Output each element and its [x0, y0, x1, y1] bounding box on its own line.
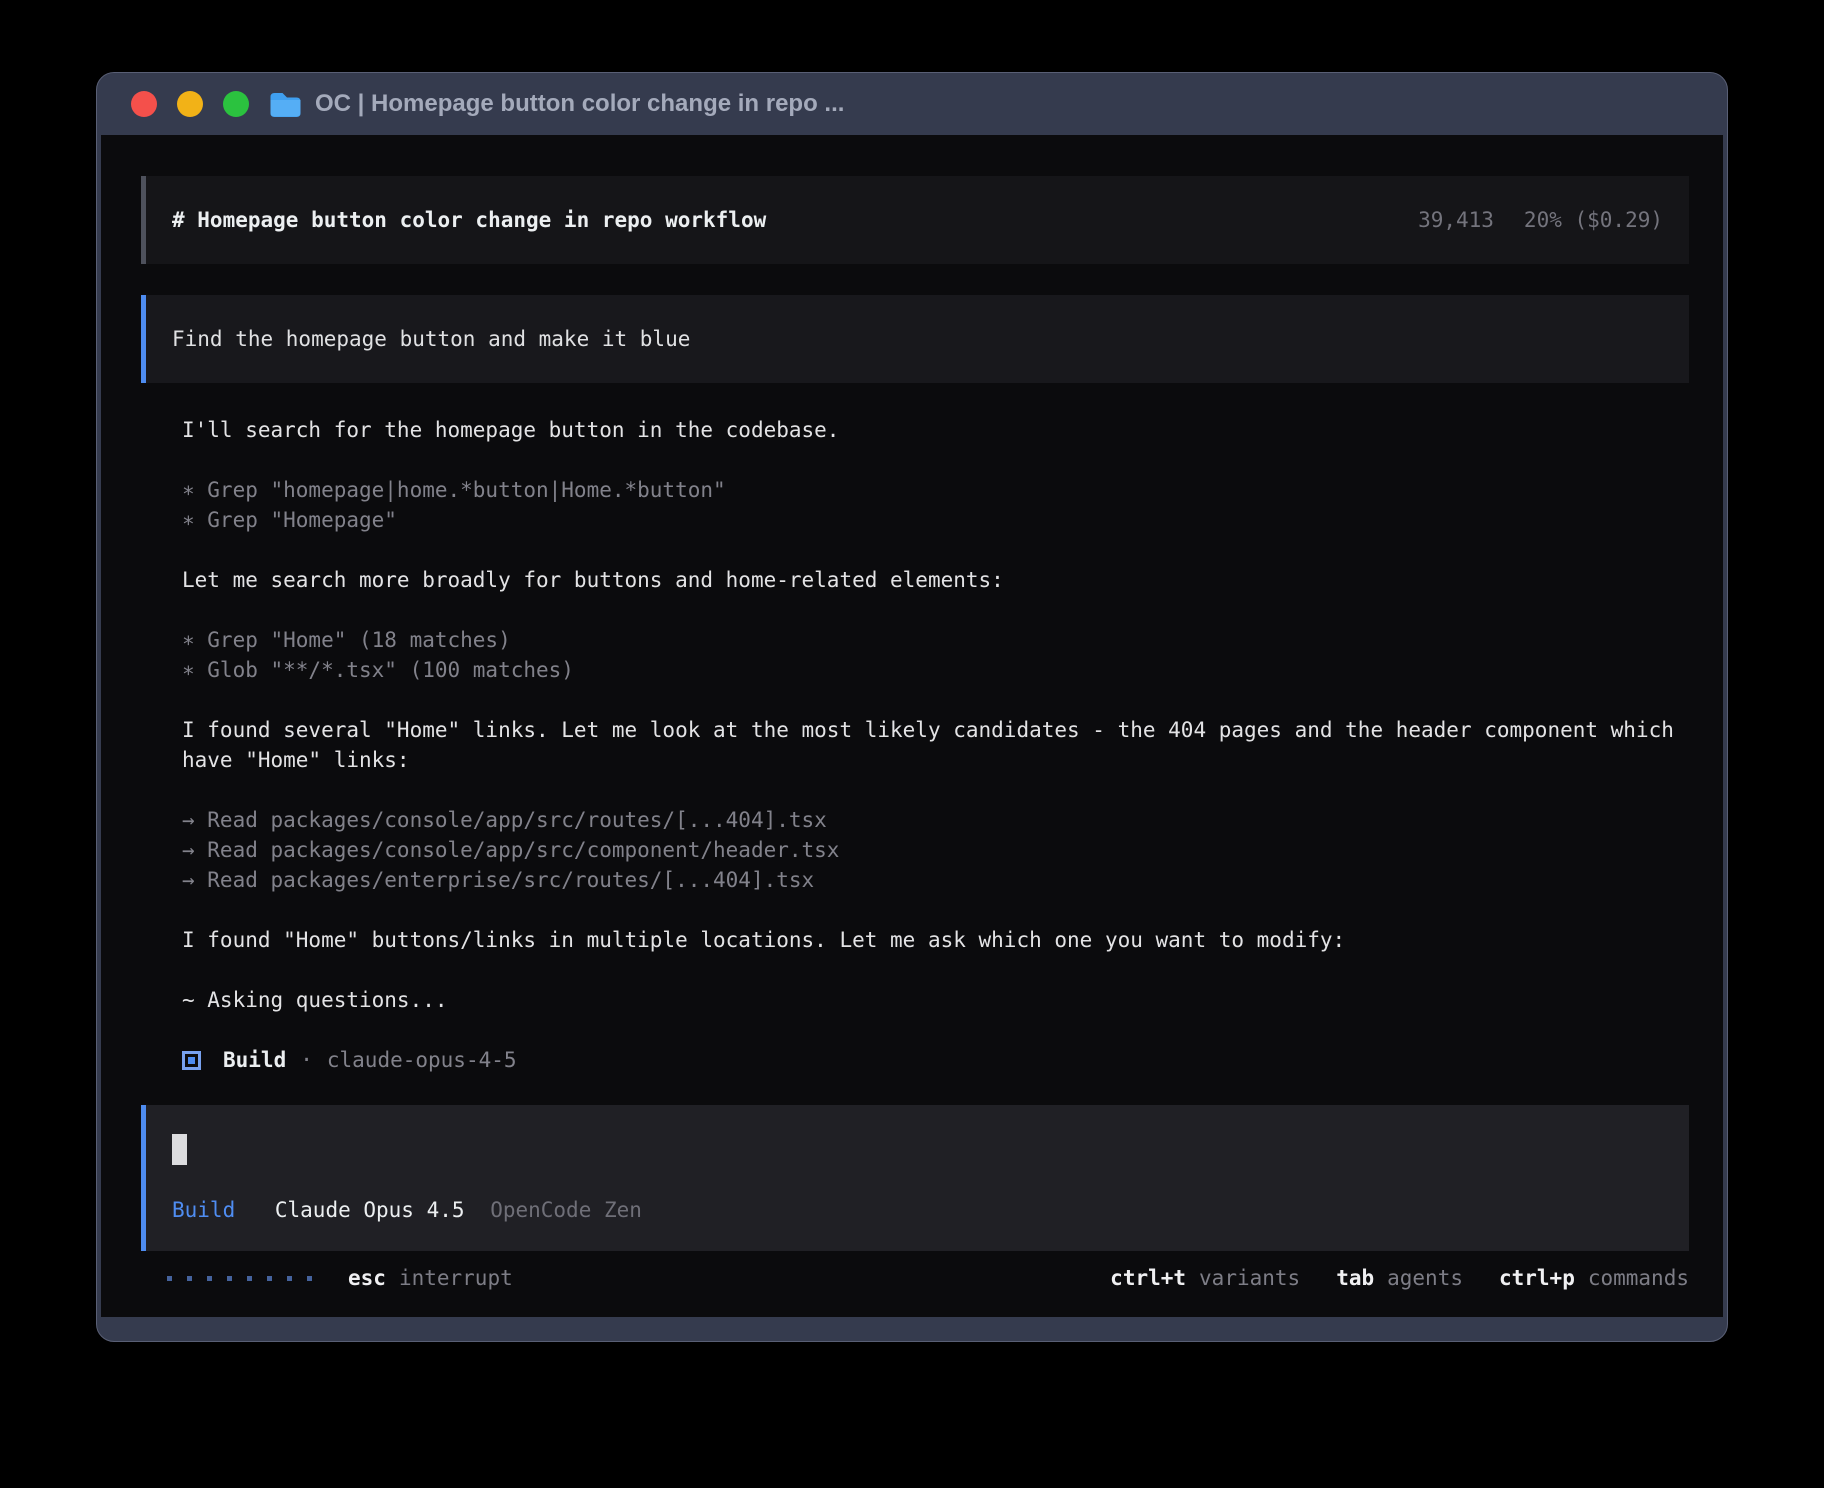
shortcut-commands: ctrl+p commands [1499, 1263, 1689, 1293]
user-message-panel: Find the homepage button and make it blu… [141, 295, 1689, 383]
session-title: # Homepage button color change in repo w… [172, 205, 766, 235]
tool-call-read: → Read packages/console/app/src/routes/[… [182, 805, 1689, 835]
shortcut-variants: ctrl+t variants [1110, 1263, 1300, 1293]
folder-icon [269, 91, 302, 118]
agent-status-row: Build · claude-opus-4-5 [182, 1045, 1689, 1075]
tool-call-group: ∗ Grep "homepage|home.*button|Home.*butt… [182, 475, 1689, 535]
shortcut-agents: tab agents [1336, 1263, 1463, 1293]
mode-label: Build [172, 1198, 235, 1222]
tool-call-read: → Read packages/enterprise/src/routes/[.… [182, 865, 1689, 895]
session-stats: 39,413 20% ($0.29) [1418, 205, 1663, 235]
assistant-paragraph: I found several "Home" links. Let me loo… [182, 715, 1689, 775]
assistant-paragraph: I found "Home" buttons/links in multiple… [182, 925, 1689, 955]
close-button[interactable] [131, 91, 157, 117]
session-header-panel: # Homepage button color change in repo w… [141, 176, 1689, 264]
tool-call-group: ∗ Grep "Home" (18 matches) ∗ Glob "**/*.… [182, 625, 1689, 685]
agent-name: Build [223, 1045, 286, 1075]
working-status: ~ Asking questions... [182, 985, 1689, 1015]
user-message-text: Find the homepage button and make it blu… [172, 327, 690, 351]
window-titlebar: OC | Homepage button color change in rep… [97, 73, 1727, 135]
terminal-window: OC | Homepage button color change in rep… [96, 72, 1728, 1342]
token-count: 39,413 [1418, 205, 1494, 235]
tool-call-grep: ∗ Grep "Homepage" [182, 505, 1689, 535]
tool-call-grep: ∗ Grep "Home" (18 matches) [182, 625, 1689, 655]
provider-label: OpenCode Zen [490, 1198, 642, 1222]
esc-action-hint: interrupt [399, 1263, 513, 1293]
spinner-dots [167, 1276, 312, 1281]
input-meta-row: Build Claude Opus 4.5 OpenCode Zen [172, 1195, 1663, 1225]
assistant-paragraph: I'll search for the homepage button in t… [182, 415, 1689, 445]
prompt-input[interactable]: Build Claude Opus 4.5 OpenCode Zen [141, 1105, 1689, 1251]
tool-call-group: → Read packages/console/app/src/routes/[… [182, 805, 1689, 895]
agent-model: claude-opus-4-5 [327, 1045, 517, 1075]
build-agent-icon [182, 1051, 201, 1070]
status-bar: esc interrupt ctrl+t variants tab agents… [141, 1263, 1689, 1299]
agent-separator: · [300, 1045, 313, 1075]
traffic-lights [131, 91, 249, 117]
assistant-paragraph: Let me search more broadly for buttons a… [182, 565, 1689, 595]
maximize-button[interactable] [223, 91, 249, 117]
window-title: OC | Homepage button color change in rep… [315, 90, 844, 118]
esc-key-hint: esc [348, 1263, 386, 1293]
terminal-content: # Homepage button color change in repo w… [101, 135, 1723, 1317]
tool-call-grep: ∗ Grep "homepage|home.*button|Home.*butt… [182, 475, 1689, 505]
minimize-button[interactable] [177, 91, 203, 117]
model-label: Claude Opus 4.5 [275, 1198, 465, 1222]
text-cursor [172, 1134, 187, 1165]
tool-call-glob: ∗ Glob "**/*.tsx" (100 matches) [182, 655, 1689, 685]
context-usage-cost: 20% ($0.29) [1524, 205, 1663, 235]
tool-call-read: → Read packages/console/app/src/componen… [182, 835, 1689, 865]
assistant-response: I'll search for the homepage button in t… [182, 415, 1689, 1105]
